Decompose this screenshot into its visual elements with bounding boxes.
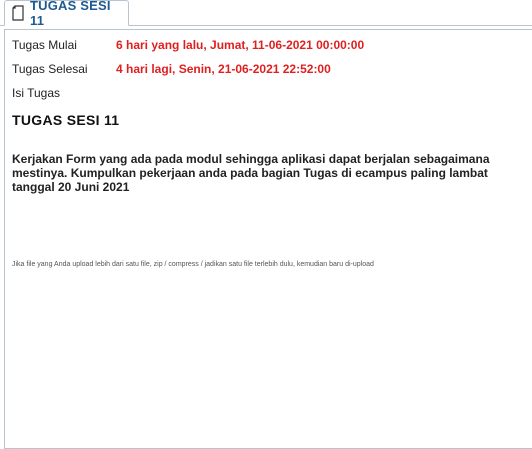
section-label: Isi Tugas xyxy=(12,86,61,100)
tab-tugas-sesi-11[interactable]: TUGAS SESI 11 xyxy=(4,0,129,28)
upload-note: Jika file yang Anda upload lebih dari sa… xyxy=(12,261,374,268)
tab-label: TUGAS SESI 11 xyxy=(30,0,111,28)
assignment-description: Kerjakan Form yang ada pada modul sehing… xyxy=(12,152,490,194)
tab-bar: TUGAS SESI 11 xyxy=(0,0,532,28)
start-label: Tugas Mulai xyxy=(12,38,77,52)
document-icon xyxy=(11,5,25,21)
end-value: 4 hari lagi, Senin, 21-06-2021 22:52:00 xyxy=(116,62,331,76)
assignment-title: TUGAS SESI 11 xyxy=(12,112,120,128)
start-value: 6 hari yang lalu, Jumat, 11-06-2021 00:0… xyxy=(116,38,365,52)
assignment-view: TUGAS SESI 11 Tugas Mulai 6 hari yang la… xyxy=(0,0,532,449)
end-label: Tugas Selesai xyxy=(12,62,88,76)
assignment-panel: Tugas Mulai 6 hari yang lalu, Jumat, 11-… xyxy=(4,29,532,449)
